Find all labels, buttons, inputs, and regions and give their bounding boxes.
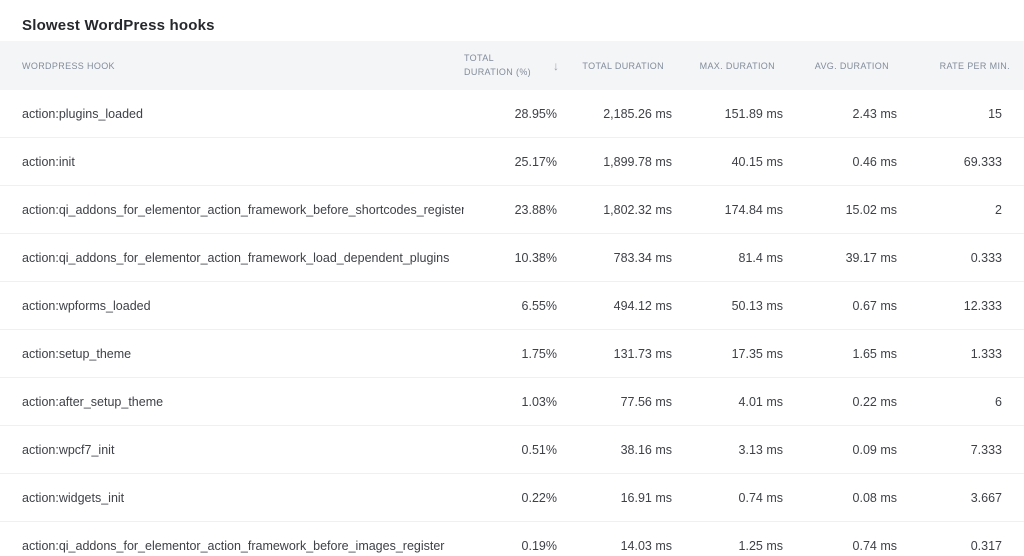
cell-total-duration-pct: 10.38%: [464, 234, 579, 282]
table-row: action:qi_addons_for_elementor_action_fr…: [0, 186, 1024, 234]
column-header-total-duration-pct[interactable]: TOTAL DURATION (%) ↓: [464, 41, 579, 90]
table-row: action:init 25.17% 1,899.78 ms 40.15 ms …: [0, 138, 1024, 186]
cell-max-duration: 40.15 ms: [694, 138, 805, 186]
cell-wordpress-hook: action:after_setup_theme: [0, 378, 464, 426]
cell-rate-per-min: 7.333: [919, 426, 1024, 474]
cell-total-duration-pct: 0.22%: [464, 474, 579, 522]
cell-rate-per-min: 69.333: [919, 138, 1024, 186]
cell-total-duration: 77.56 ms: [579, 378, 694, 426]
cell-rate-per-min: 12.333: [919, 282, 1024, 330]
cell-total-duration: 494.12 ms: [579, 282, 694, 330]
hooks-table: WORDPRESS HOOK TOTAL DURATION (%) ↓ TOTA…: [0, 41, 1024, 556]
cell-avg-duration: 2.43 ms: [805, 90, 919, 138]
cell-avg-duration: 0.67 ms: [805, 282, 919, 330]
cell-avg-duration: 1.65 ms: [805, 330, 919, 378]
cell-wordpress-hook: action:qi_addons_for_elementor_action_fr…: [0, 234, 464, 282]
cell-total-duration-pct: 25.17%: [464, 138, 579, 186]
cell-rate-per-min: 3.667: [919, 474, 1024, 522]
cell-total-duration-pct: 23.88%: [464, 186, 579, 234]
cell-rate-per-min: 1.333: [919, 330, 1024, 378]
cell-max-duration: 50.13 ms: [694, 282, 805, 330]
cell-wordpress-hook: action:plugins_loaded: [0, 90, 464, 138]
column-header-avg-duration[interactable]: AVG. DURATION: [805, 41, 919, 90]
cell-max-duration: 3.13 ms: [694, 426, 805, 474]
column-header-rate-per-min[interactable]: RATE PER MIN.: [919, 41, 1024, 90]
cell-rate-per-min: 0.333: [919, 234, 1024, 282]
table-row: action:qi_addons_for_elementor_action_fr…: [0, 234, 1024, 282]
cell-wordpress-hook: action:widgets_init: [0, 474, 464, 522]
cell-total-duration-pct: 6.55%: [464, 282, 579, 330]
cell-avg-duration: 15.02 ms: [805, 186, 919, 234]
table-header-row: WORDPRESS HOOK TOTAL DURATION (%) ↓ TOTA…: [0, 41, 1024, 90]
cell-rate-per-min: 15: [919, 90, 1024, 138]
cell-avg-duration: 0.08 ms: [805, 474, 919, 522]
table-row: action:after_setup_theme 1.03% 77.56 ms …: [0, 378, 1024, 426]
cell-rate-per-min: 0.317: [919, 522, 1024, 556]
cell-avg-duration: 0.46 ms: [805, 138, 919, 186]
table-row: action:plugins_loaded 28.95% 2,185.26 ms…: [0, 90, 1024, 138]
cell-max-duration: 0.74 ms: [694, 474, 805, 522]
column-header-total-duration[interactable]: TOTAL DURATION: [579, 41, 694, 90]
cell-total-duration: 1,802.32 ms: [579, 186, 694, 234]
column-header-max-duration[interactable]: MAX. DURATION: [694, 41, 805, 90]
table-body: action:plugins_loaded 28.95% 2,185.26 ms…: [0, 90, 1024, 556]
cell-rate-per-min: 6: [919, 378, 1024, 426]
cell-wordpress-hook: action:qi_addons_for_elementor_action_fr…: [0, 522, 464, 556]
cell-max-duration: 1.25 ms: [694, 522, 805, 556]
cell-total-duration-pct: 1.75%: [464, 330, 579, 378]
cell-avg-duration: 0.74 ms: [805, 522, 919, 556]
cell-total-duration: 14.03 ms: [579, 522, 694, 556]
cell-avg-duration: 0.22 ms: [805, 378, 919, 426]
cell-wordpress-hook: action:wpcf7_init: [0, 426, 464, 474]
cell-wordpress-hook: action:qi_addons_for_elementor_action_fr…: [0, 186, 464, 234]
cell-max-duration: 17.35 ms: [694, 330, 805, 378]
cell-total-duration: 131.73 ms: [579, 330, 694, 378]
cell-max-duration: 174.84 ms: [694, 186, 805, 234]
cell-rate-per-min: 2: [919, 186, 1024, 234]
cell-wordpress-hook: action:wpforms_loaded: [0, 282, 464, 330]
cell-total-duration-pct: 1.03%: [464, 378, 579, 426]
cell-wordpress-hook: action:init: [0, 138, 464, 186]
cell-total-duration-pct: 0.19%: [464, 522, 579, 556]
cell-max-duration: 4.01 ms: [694, 378, 805, 426]
sort-descending-icon[interactable]: ↓: [553, 60, 559, 72]
table-row: action:wpforms_loaded 6.55% 494.12 ms 50…: [0, 282, 1024, 330]
column-header-wordpress-hook[interactable]: WORDPRESS HOOK: [0, 41, 464, 90]
cell-wordpress-hook: action:setup_theme: [0, 330, 464, 378]
table-row: action:qi_addons_for_elementor_action_fr…: [0, 522, 1024, 556]
cell-total-duration: 1,899.78 ms: [579, 138, 694, 186]
cell-total-duration: 16.91 ms: [579, 474, 694, 522]
cell-total-duration: 783.34 ms: [579, 234, 694, 282]
table-header: WORDPRESS HOOK TOTAL DURATION (%) ↓ TOTA…: [0, 41, 1024, 90]
table-row: action:setup_theme 1.75% 131.73 ms 17.35…: [0, 330, 1024, 378]
table-row: action:widgets_init 0.22% 16.91 ms 0.74 …: [0, 474, 1024, 522]
cell-max-duration: 151.89 ms: [694, 90, 805, 138]
cell-max-duration: 81.4 ms: [694, 234, 805, 282]
table-row: action:wpcf7_init 0.51% 38.16 ms 3.13 ms…: [0, 426, 1024, 474]
column-header-total-duration-pct-label: TOTAL DURATION (%): [464, 52, 544, 79]
slowest-hooks-panel: Slowest WordPress hooks WORDPRESS HOOK T…: [0, 0, 1024, 556]
cell-total-duration: 38.16 ms: [579, 426, 694, 474]
cell-avg-duration: 39.17 ms: [805, 234, 919, 282]
cell-total-duration-pct: 28.95%: [464, 90, 579, 138]
cell-total-duration: 2,185.26 ms: [579, 90, 694, 138]
cell-avg-duration: 0.09 ms: [805, 426, 919, 474]
page-title: Slowest WordPress hooks: [0, 0, 1024, 41]
cell-total-duration-pct: 0.51%: [464, 426, 579, 474]
